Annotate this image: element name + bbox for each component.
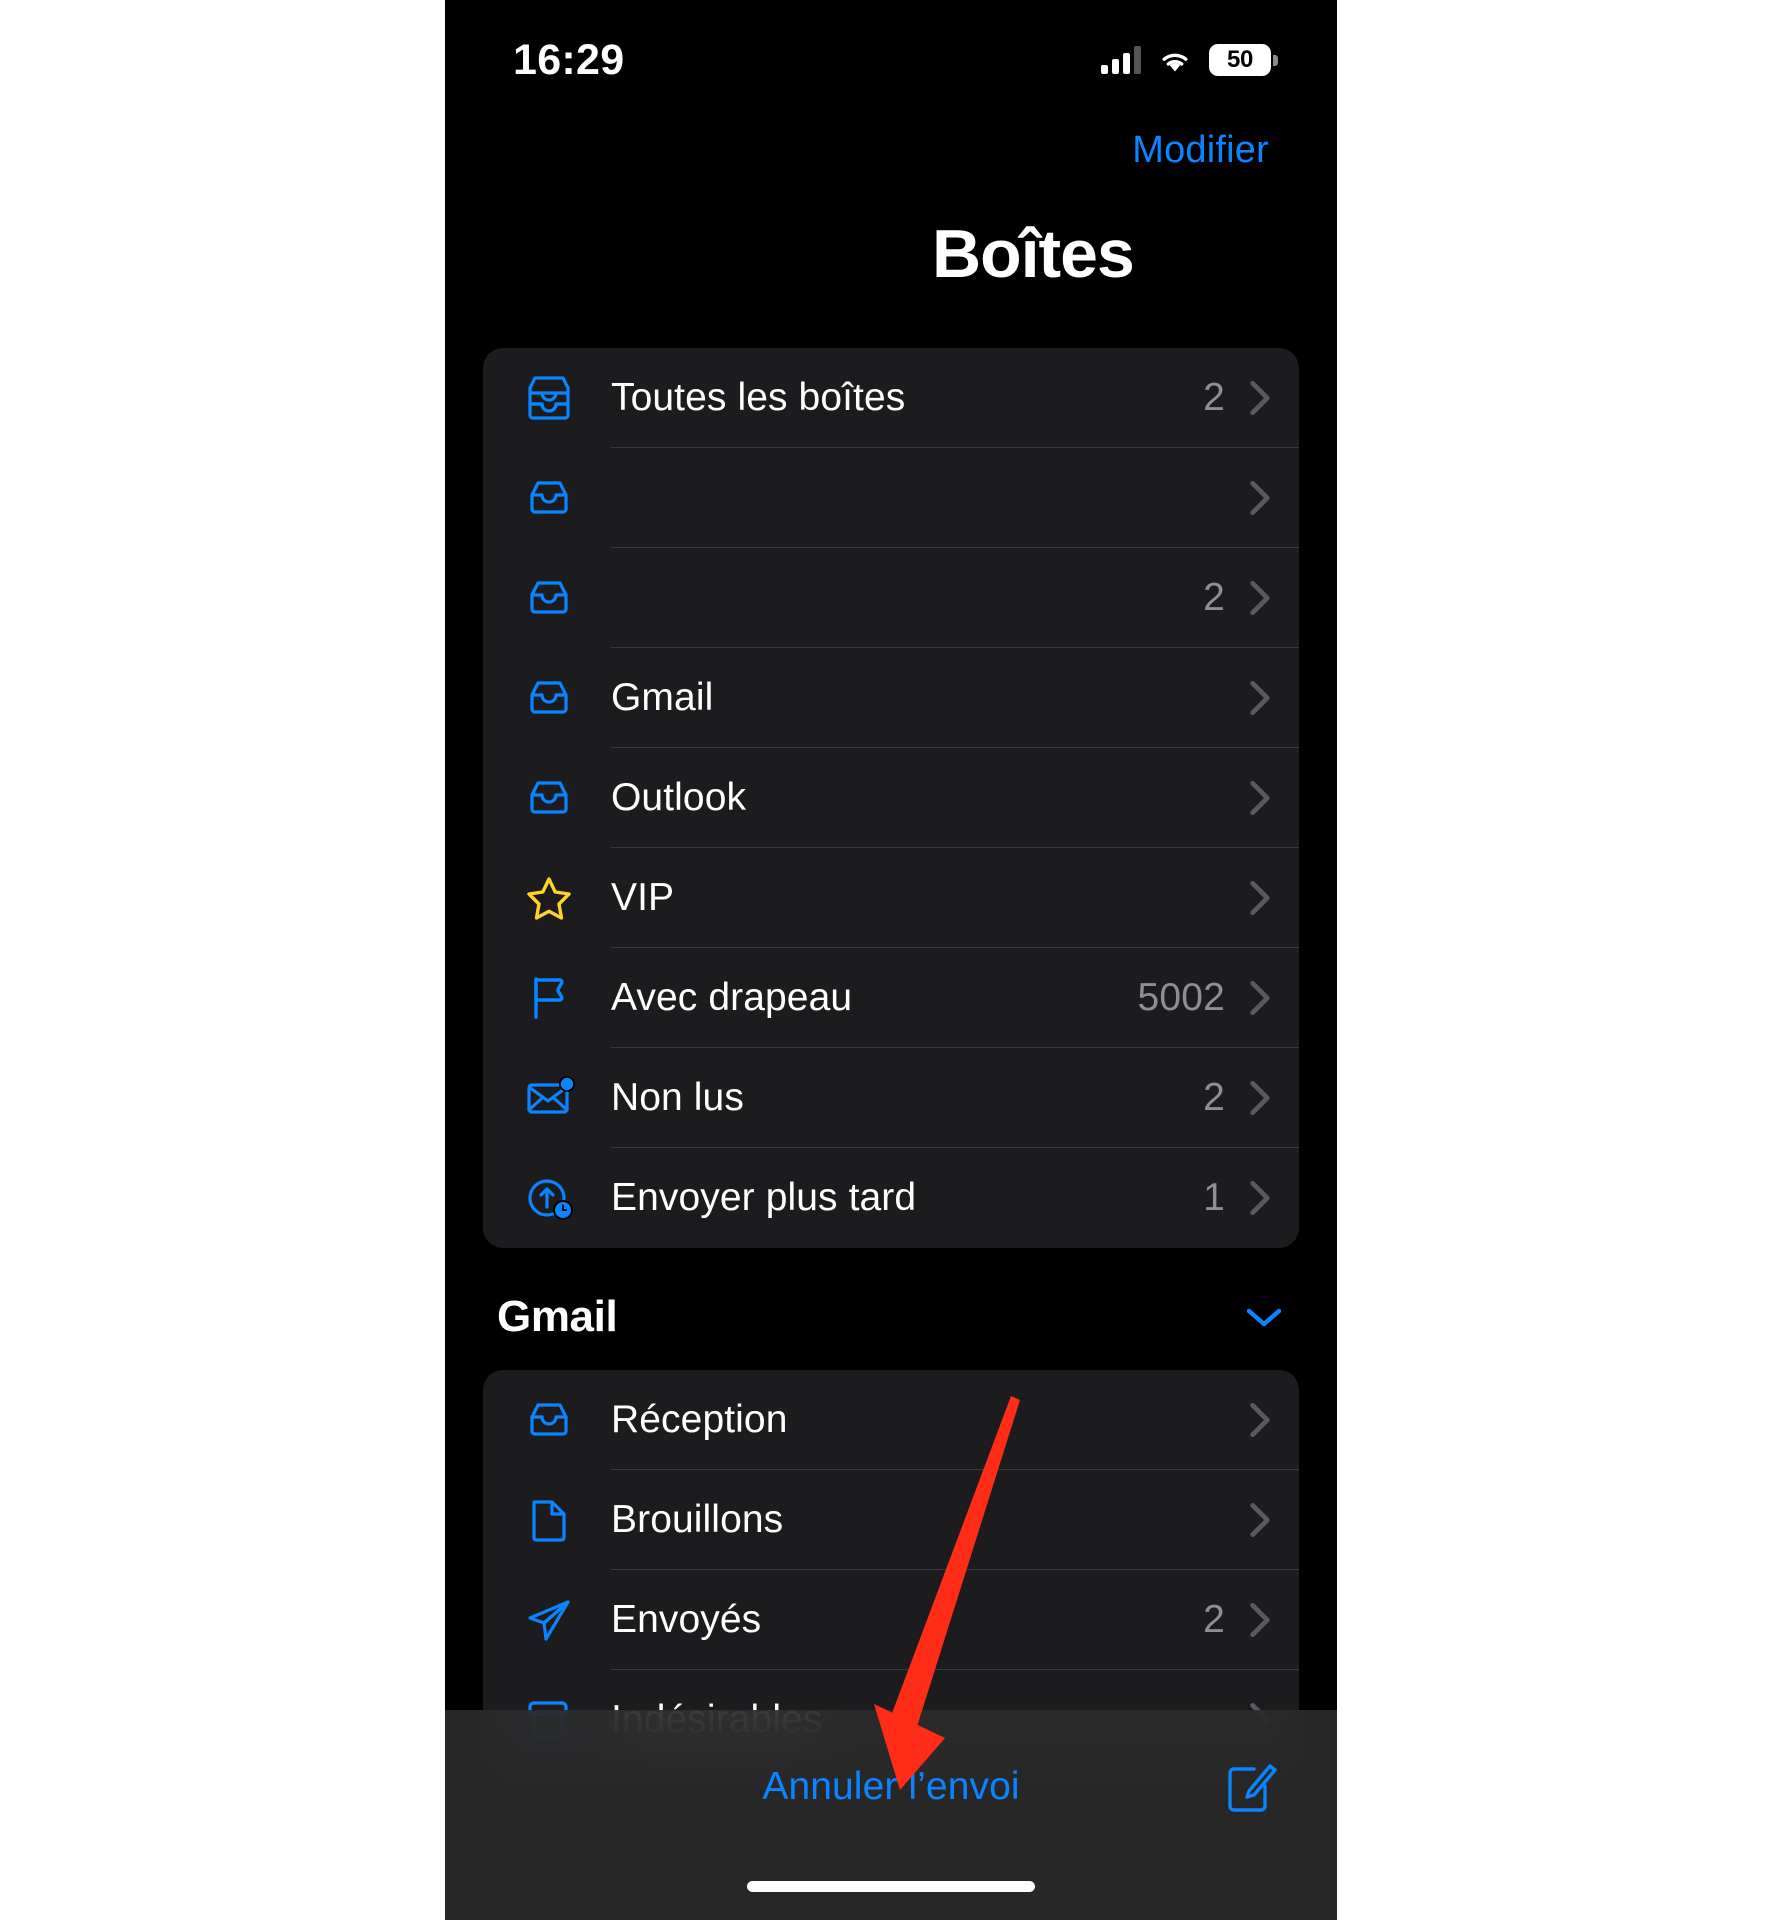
chevron-right-icon (1250, 1080, 1270, 1116)
gmail-row-count: 2 (1203, 1598, 1225, 1641)
mailbox-row-count: 1 (1203, 1176, 1225, 1219)
mailbox-row-send-later[interactable]: Envoyer plus tard 1 (483, 1148, 1299, 1248)
mailboxes-group: Toutes les boîtes 2 2 Gmail Outlook VIP … (483, 348, 1299, 1248)
chevron-down-icon[interactable] (1243, 1304, 1285, 1330)
inbox-tray-icon (517, 1388, 581, 1452)
mailbox-row-count: 2 (1203, 576, 1225, 619)
document-icon (517, 1488, 581, 1552)
mailbox-row-count: 2 (1203, 376, 1225, 419)
mailbox-row-label: Envoyer plus tard (611, 1176, 917, 1219)
gmail-row-label: Envoyés (611, 1598, 762, 1641)
phone-screen: 16:29 50 Modifier Boîtes Toutes les boît… (445, 0, 1337, 1920)
gmail-row-drafts[interactable]: Brouillons (483, 1470, 1299, 1570)
mailbox-row-all-inboxes[interactable]: Toutes les boîtes 2 (483, 348, 1299, 448)
status-bar-time: 16:29 (513, 35, 625, 84)
mailbox-row-account-1[interactable] (483, 448, 1299, 548)
mailbox-row-flagged[interactable]: Avec drapeau 5002 (483, 948, 1299, 1048)
mailbox-row-count: 2 (1203, 1076, 1225, 1119)
unread-envelope-icon (517, 1066, 581, 1130)
gmail-row-label: Réception (611, 1398, 788, 1441)
undo-send-button[interactable]: Annuler l’envoi (762, 1765, 1019, 1809)
chevron-right-icon (1250, 880, 1270, 916)
chevron-right-icon (1250, 680, 1270, 716)
flag-icon (517, 966, 581, 1030)
mailbox-row-outlook[interactable]: Outlook (483, 748, 1299, 848)
inbox-tray-icon (517, 566, 581, 630)
mailbox-row-account-2[interactable]: 2 (483, 548, 1299, 648)
chevron-right-icon (1250, 580, 1270, 616)
all-inboxes-tray-icon (517, 366, 581, 430)
send-later-clock-icon (517, 1166, 581, 1230)
mailbox-row-label: Avec drapeau (611, 976, 853, 1019)
mailbox-row-label: Gmail (611, 676, 714, 719)
inbox-tray-icon (517, 466, 581, 530)
mailbox-row-label: Outlook (611, 776, 747, 819)
gmail-row-sent[interactable]: Envoyés 2 (483, 1570, 1299, 1670)
mailbox-row-label: Non lus (611, 1076, 744, 1119)
inbox-tray-icon (517, 766, 581, 830)
page-title: Boîtes (932, 216, 1135, 292)
chevron-right-icon (1250, 1602, 1270, 1638)
star-icon (517, 866, 581, 930)
battery-icon: 50 (1209, 44, 1278, 76)
chevron-right-icon (1250, 780, 1270, 816)
paper-plane-icon (517, 1588, 581, 1652)
mailbox-list-scroll[interactable]: Toutes les boîtes 2 2 Gmail Outlook VIP … (445, 348, 1337, 1920)
chevron-right-icon (1250, 1402, 1270, 1438)
mailbox-row-count: 5002 (1137, 976, 1225, 1019)
mailbox-row-label: VIP (611, 876, 675, 919)
compose-pencil-icon (1228, 1764, 1277, 1812)
wifi-icon (1162, 53, 1188, 72)
navigation-bar: Modifier (445, 110, 1337, 190)
mailbox-row-label: Toutes les boîtes (611, 376, 906, 419)
gmail-row-inbox[interactable]: Réception (483, 1370, 1299, 1470)
chevron-right-icon (1250, 1502, 1270, 1538)
gmail-row-label: Brouillons (611, 1498, 784, 1541)
mailbox-row-vip[interactable]: VIP (483, 848, 1299, 948)
status-bar-indicators: 50 (1101, 44, 1278, 76)
screenshot-root: 16:29 50 Modifier Boîtes Toutes les boît… (0, 0, 1782, 1920)
home-indicator (747, 1881, 1035, 1892)
chevron-right-icon (1250, 980, 1270, 1016)
status-bar: 16:29 50 (445, 0, 1337, 110)
mailbox-row-gmail[interactable]: Gmail (483, 648, 1299, 748)
chevron-right-icon (1250, 480, 1270, 516)
gmail-section-header[interactable]: Gmail (445, 1248, 1337, 1370)
cellular-signal-icon (1101, 46, 1141, 74)
gmail-section-title: Gmail (497, 1292, 618, 1341)
chevron-right-icon (1250, 1180, 1270, 1216)
compose-button[interactable] (1221, 1756, 1281, 1816)
inbox-tray-icon (517, 666, 581, 730)
battery-percent-label: 50 (1227, 46, 1253, 73)
mailbox-row-unread[interactable]: Non lus 2 (483, 1048, 1299, 1148)
bottom-toolbar: Annuler l’envoi (445, 1710, 1337, 1920)
edit-button[interactable]: Modifier (1132, 129, 1269, 172)
chevron-right-icon (1250, 380, 1270, 416)
